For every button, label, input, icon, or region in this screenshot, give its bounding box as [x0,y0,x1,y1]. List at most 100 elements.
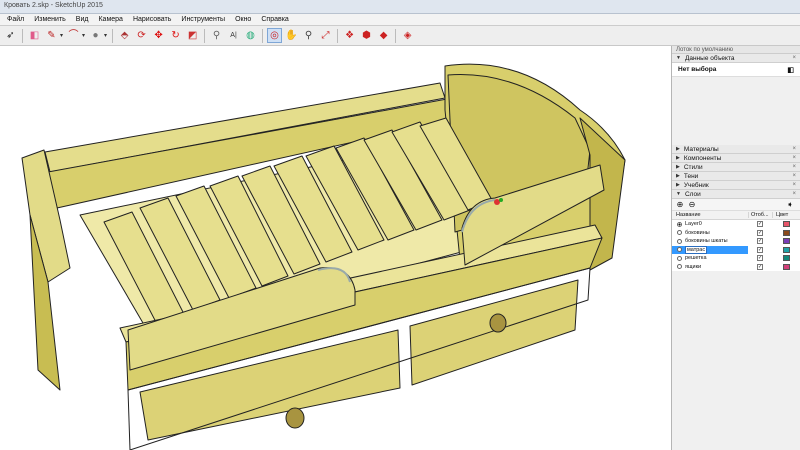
menu-tools[interactable]: Инструменты [176,16,230,23]
layer-row[interactable]: решетка ✓ [672,254,800,263]
close-icon[interactable]: × [792,155,796,161]
menu-window[interactable]: Окно [230,16,256,23]
paint-bucket-tool-icon[interactable]: ◍ [243,28,258,43]
active-layer-radio[interactable] [677,255,682,261]
menu-file[interactable]: Файл [2,16,29,23]
pin-icon[interactable]: ◧ [787,66,794,74]
bed-model-drawing [21,63,626,450]
layer-row[interactable]: Layer0 ✓ [672,220,800,229]
layer-name-cell[interactable]: боковины шкаты [672,238,748,244]
drawer-knob [285,407,305,429]
modeling-viewport[interactable] [0,46,671,450]
layer-name: боковины [685,229,710,236]
layer-visible-checkbox[interactable]: ✓ [757,246,763,253]
layer-row[interactable]: матрас ✓ [672,245,800,255]
text-tool-icon[interactable]: A| [226,28,241,43]
layer-name-cell[interactable]: решетка [672,255,748,261]
layer-visible-checkbox[interactable]: ✓ [757,221,763,228]
ruby-extension-icon[interactable]: ◈ [400,28,415,43]
layer-name-cell[interactable]: боковины [672,230,748,236]
column-header-name[interactable]: Название [672,212,748,218]
chevron-down-icon[interactable]: ▾ [82,32,85,39]
line-tool-icon[interactable]: ✎ [44,28,59,43]
menu-view[interactable]: Вид [71,16,94,23]
panel-header-instructor[interactable]: ▶ Учебник × [672,181,800,190]
layer-visible-checkbox[interactable]: ✓ [757,255,763,262]
components-share-icon[interactable]: ⬢ [359,28,374,43]
layer-row[interactable]: боковины шкаты ✓ [672,237,800,246]
collapse-arrow-icon: ▼ [676,191,681,197]
add-layer-icon[interactable]: ⊕ [675,200,685,210]
panel-header-components[interactable]: ▶ Компоненты × [672,154,800,163]
active-layer-radio[interactable] [677,221,682,227]
details-arrow-icon[interactable]: ➧ [785,200,795,210]
arc-tool-icon[interactable]: ⌒ [66,28,81,43]
layer-color-swatch[interactable] [782,238,790,245]
zoom-tool-icon[interactable]: ⚲ [301,28,316,43]
close-icon[interactable]: × [792,173,796,179]
layer-name-cell[interactable]: ящики [672,264,748,270]
rotate-tool-icon[interactable]: ↻ [168,28,183,43]
column-header-color[interactable]: Цвет [772,212,800,218]
active-layer-radio[interactable] [677,264,682,270]
layer-color-swatch[interactable] [782,221,790,228]
layer-name-cell[interactable]: матрас [672,245,748,254]
chevron-down-icon[interactable]: ▾ [60,32,63,39]
toolbar-separator [112,28,114,43]
layer-visible-checkbox[interactable]: ✓ [757,229,763,236]
layer-color-swatch[interactable] [782,246,790,253]
panel-header-styles[interactable]: ▶ Стили × [672,163,800,172]
panel-header-layers[interactable]: ▼ Слои × [672,190,800,199]
layer-color-swatch[interactable] [782,255,790,262]
layer-row[interactable]: боковины ✓ [672,229,800,238]
select-tool-icon[interactable]: ➶ [3,28,18,43]
layer-color-swatch[interactable] [782,263,790,270]
entity-info-panel-header[interactable]: ▼ Данные объекта × [672,54,800,63]
menu-help[interactable]: Справка [256,16,293,23]
extension-warehouse-icon[interactable]: ◆ [376,28,391,43]
close-icon[interactable]: × [792,55,796,61]
layer-visible-checkbox[interactable]: ✓ [757,263,763,270]
layer-name: Layer0 [685,221,702,228]
layer-color-swatch[interactable] [782,229,790,236]
column-header-visible[interactable]: Отоб... [748,212,772,218]
entity-info-value: Нет выбора [678,66,717,73]
move-tool-icon[interactable]: ✥ [151,28,166,43]
menu-draw[interactable]: Нарисовать [128,16,176,23]
layer-color-cell [772,263,800,270]
close-icon[interactable]: × [792,182,796,188]
chevron-down-icon[interactable]: ▾ [104,32,107,39]
layer-name-cell[interactable]: Layer0 [672,221,748,227]
scale-tool-icon[interactable]: ◩ [185,28,200,43]
active-layer-radio[interactable] [677,247,682,253]
layer-name[interactable]: матрас [685,245,708,254]
title-bar: Кровать 2.skp - SketchUp 2015 [0,0,800,14]
close-icon[interactable]: × [792,191,796,197]
layer-row[interactable]: ящики ✓ [672,263,800,272]
orbit-tool-icon[interactable]: ◎ [267,28,283,43]
close-icon[interactable]: × [792,146,796,152]
active-layer-radio[interactable] [677,230,682,236]
pan-tool-icon[interactable]: ✋ [284,28,299,43]
menu-camera[interactable]: Камера [93,16,127,23]
push-pull-tool-icon[interactable]: ⬘ [117,28,132,43]
menu-edit[interactable]: Изменить [29,16,71,23]
tape-measure-tool-icon[interactable]: ⚲ [209,28,224,43]
panel-header-materials[interactable]: ▶ Материалы × [672,145,800,154]
panel-header-shadows[interactable]: ▶ Тени × [672,172,800,181]
layer-visible-checkbox[interactable]: ✓ [757,238,763,245]
layers-toolbar: ⊕ ⊖ ➧ [672,199,800,211]
window-title: Кровать 2.skp - SketchUp 2015 [4,2,103,9]
close-icon[interactable]: × [792,164,796,170]
entity-info-title: Данные объекта [684,54,735,62]
delete-layer-icon[interactable]: ⊖ [687,200,697,210]
shape-tool-icon[interactable]: ● [88,28,103,43]
offset-tool-icon[interactable]: ⟳ [134,28,149,43]
toolbar-separator [22,28,23,43]
toolbar-separator [337,28,339,43]
eraser-tool-icon[interactable]: ◧ [27,28,42,43]
zoom-extents-tool-icon[interactable]: ⤢ [318,28,333,43]
active-layer-radio[interactable] [677,238,682,244]
warehouse-icon[interactable]: ❖ [342,28,357,43]
menu-bar: Файл Изменить Вид Камера Нарисовать Инст… [0,14,800,26]
